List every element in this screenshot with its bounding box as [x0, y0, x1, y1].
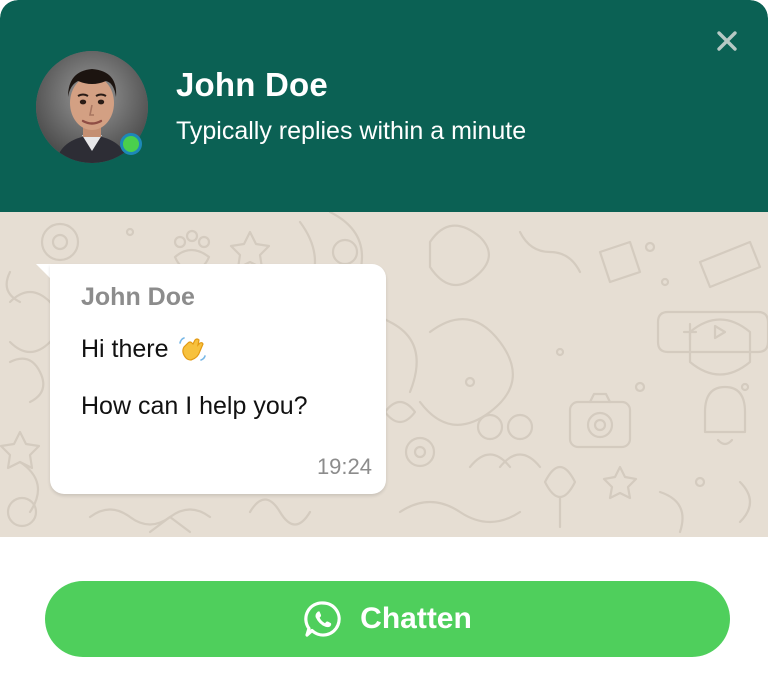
message-bubble: John Doe Hi there How can I help you? 19… [50, 264, 386, 494]
message-timestamp: 19:24 [316, 454, 372, 479]
chat-footer: Chatten [0, 537, 768, 700]
contact-name: John Doe [176, 66, 328, 103]
chat-header: John Doe Typically replies within a minu… [0, 0, 768, 212]
online-status-dot [120, 133, 142, 155]
message-greeting-text: Hi there [81, 334, 169, 363]
reply-time-subtitle: Typically replies within a minute [176, 117, 527, 145]
start-chat-label: Chatten [360, 602, 472, 635]
message-question: How can I help you? [81, 392, 308, 420]
message-sender: John Doe [81, 283, 195, 311]
start-chat-button[interactable]: Chatten [45, 581, 730, 657]
waving-hand-icon [177, 334, 207, 364]
chat-widget: John Doe Typically replies within a minu… [0, 0, 768, 700]
chat-area: John Doe Hi there How can I help you? 19… [0, 212, 768, 537]
message-greeting: Hi there [81, 334, 207, 364]
whatsapp-icon [304, 601, 341, 637]
close-icon[interactable] [712, 26, 742, 56]
